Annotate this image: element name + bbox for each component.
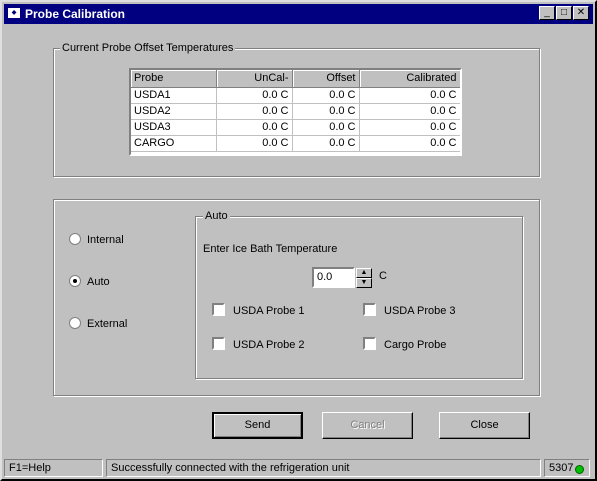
uncal-cell: 0.0 C	[216, 103, 293, 120]
calibrated-cell: 0.0 C	[359, 103, 460, 120]
table-row[interactable]: USDA2 0.0 C 0.0 C 0.0 C	[131, 103, 460, 120]
usda-probe-1-checkbox[interactable]: USDA Probe 1	[212, 303, 305, 317]
calibrated-cell: 0.0 C	[359, 119, 460, 136]
checkbox-icon[interactable]	[212, 337, 225, 350]
title-bar[interactable]: ◆ Probe Calibration _ □ ✕	[4, 4, 593, 24]
checkbox-icon[interactable]	[363, 303, 376, 316]
column-header-uncal[interactable]: UnCal-	[216, 70, 293, 88]
checkbox-icon[interactable]	[363, 337, 376, 350]
close-window-button[interactable]: ✕	[573, 6, 589, 20]
calibrated-cell: 0.0 C	[359, 135, 460, 152]
status-code: 5307	[549, 462, 574, 474]
auto-radio[interactable]: Auto	[69, 275, 110, 288]
send-button[interactable]: Send	[212, 412, 303, 439]
minimize-button[interactable]: _	[539, 6, 555, 20]
probe-cell: USDA1	[131, 87, 217, 104]
probe-offset-grid[interactable]: Probe UnCal- Offset Calibrated USDA1 0.0…	[129, 68, 462, 156]
probe-cell: USDA2	[131, 103, 217, 120]
ice-bath-temperature-input[interactable]: 0.0	[312, 267, 355, 288]
offset-cell: 0.0 C	[292, 87, 360, 104]
spin-down-icon[interactable]: ▼	[356, 278, 372, 288]
status-code-pane: 5307	[544, 459, 590, 477]
uncal-cell: 0.0 C	[216, 135, 293, 152]
offset-cell: 0.0 C	[292, 119, 360, 136]
offset-cell: 0.0 C	[292, 103, 360, 120]
column-header-probe[interactable]: Probe	[131, 70, 217, 88]
external-radio[interactable]: External	[69, 317, 127, 330]
radio-button-icon[interactable]	[69, 233, 81, 245]
auto-group: Auto	[195, 210, 523, 379]
internal-radio-label: Internal	[87, 234, 124, 246]
close-button[interactable]: Close	[439, 412, 530, 439]
status-message: Successfully connected with the refriger…	[106, 459, 541, 477]
usda-probe-3-label: USDA Probe 3	[384, 305, 456, 317]
window-title: Probe Calibration	[25, 7, 126, 21]
connection-status-icon	[575, 465, 584, 474]
column-header-offset[interactable]: Offset	[292, 70, 360, 88]
uncal-cell: 0.0 C	[216, 87, 293, 104]
temperature-unit: C	[379, 270, 387, 282]
usda-probe-2-label: USDA Probe 2	[233, 339, 305, 351]
cargo-probe-checkbox[interactable]: Cargo Probe	[363, 337, 446, 351]
table-row[interactable]: USDA3 0.0 C 0.0 C 0.0 C	[131, 119, 460, 136]
internal-radio[interactable]: Internal	[69, 233, 124, 246]
offset-cell: 0.0 C	[292, 135, 360, 152]
cancel-button[interactable]: Cancel	[322, 412, 413, 439]
usda-probe-1-label: USDA Probe 1	[233, 305, 305, 317]
auto-group-label: Auto	[203, 210, 230, 222]
cargo-probe-label: Cargo Probe	[384, 339, 447, 351]
auto-radio-label: Auto	[87, 276, 110, 288]
usda-probe-3-checkbox[interactable]: USDA Probe 3	[363, 303, 456, 317]
radio-button-selected-icon[interactable]	[69, 275, 81, 287]
radio-button-icon[interactable]	[69, 317, 81, 329]
spin-up-icon[interactable]: ▲	[356, 268, 372, 278]
help-status: F1=Help	[4, 459, 103, 477]
table-row[interactable]: CARGO 0.0 C 0.0 C 0.0 C	[131, 135, 460, 152]
uncal-cell: 0.0 C	[216, 119, 293, 136]
checkbox-icon[interactable]	[212, 303, 225, 316]
column-header-calibrated[interactable]: Calibrated	[359, 70, 460, 88]
probe-offset-table: Probe UnCal- Offset Calibrated USDA1 0.0…	[131, 70, 460, 152]
probe-calibration-window: ◆ Probe Calibration _ □ ✕ Current Probe …	[0, 0, 597, 481]
external-radio-label: External	[87, 318, 128, 330]
usda-probe-2-checkbox[interactable]: USDA Probe 2	[212, 337, 305, 351]
calibrated-cell: 0.0 C	[359, 87, 460, 104]
probe-cell: CARGO	[131, 135, 217, 152]
maximize-button[interactable]: □	[556, 6, 572, 20]
probe-cell: USDA3	[131, 119, 217, 136]
offsets-group-label: Current Probe Offset Temperatures	[60, 42, 236, 54]
status-bar: F1=Help Successfully connected with the …	[4, 457, 593, 479]
carrier-logo-icon[interactable]: ◆	[7, 7, 21, 19]
table-row[interactable]: USDA1 0.0 C 0.0 C 0.0 C	[131, 87, 460, 104]
ice-bath-label: Enter Ice Bath Temperature	[203, 243, 338, 255]
